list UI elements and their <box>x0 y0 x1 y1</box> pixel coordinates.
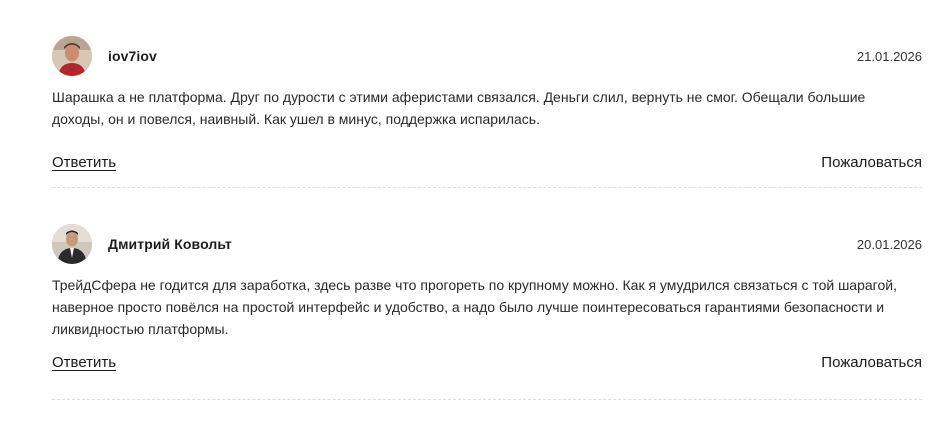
comment-divider <box>52 187 922 188</box>
comment-author: iov7iov <box>108 48 157 64</box>
comment-author: Дмитрий Ковольт <box>108 236 232 252</box>
report-link[interactable]: Пожаловаться <box>821 154 922 171</box>
comment-text: ТрейдСфера не годится для заработка, зде… <box>52 277 897 337</box>
avatar-photo-icon <box>52 224 92 264</box>
report-link[interactable]: Пожаловаться <box>821 354 922 371</box>
avatar <box>52 36 92 76</box>
comment-actions: Ответить Пожаловаться <box>52 354 922 371</box>
comment-item: iov7iov 21.01.2026 Шарашка а не платформ… <box>52 36 922 171</box>
reply-link[interactable]: Ответить <box>52 354 116 371</box>
comment-item: Дмитрий Ковольт 20.01.2026 ТрейдСфера не… <box>52 224 922 371</box>
reply-link[interactable]: Ответить <box>52 154 116 171</box>
comment-text: Шарашка а не платформа. Друг по дурости … <box>52 89 866 127</box>
comment-divider <box>52 399 922 400</box>
comment-header: Дмитрий Ковольт 20.01.2026 <box>52 224 922 264</box>
avatar-photo-icon <box>52 36 92 76</box>
comment-actions: Ответить Пожаловаться <box>52 154 922 171</box>
comment-header: iov7iov 21.01.2026 <box>52 36 922 76</box>
comment-date: 21.01.2026 <box>856 48 922 64</box>
avatar <box>52 224 92 264</box>
comments-list: iov7iov 21.01.2026 Шарашка а не платформ… <box>0 0 951 444</box>
comment-date: 20.01.2026 <box>856 236 922 252</box>
